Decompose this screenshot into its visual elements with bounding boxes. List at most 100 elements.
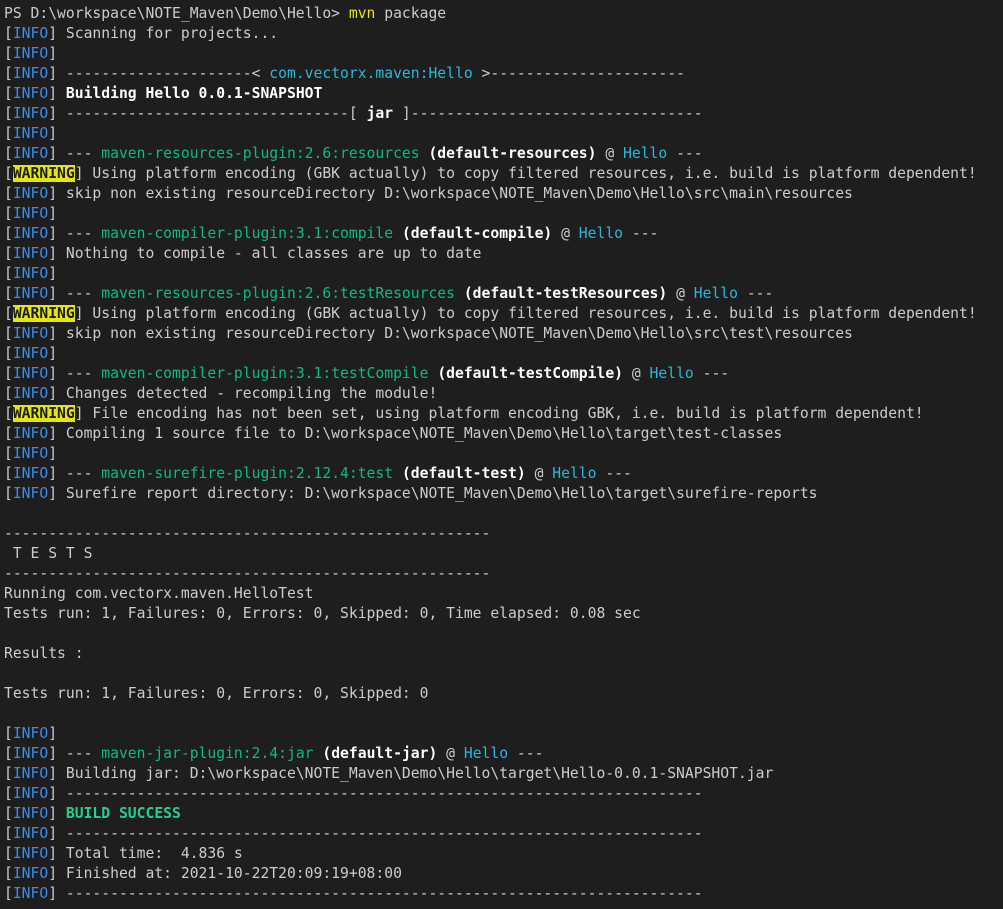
info-level-tag: INFO <box>12 785 49 802</box>
info-level-tag: INFO <box>12 725 49 742</box>
log-text: [ <box>4 225 13 242</box>
terminal-line: [INFO] skip non existing resourceDirecto… <box>4 184 1003 204</box>
info-level-tag: INFO <box>12 765 49 782</box>
info-level-tag: INFO <box>12 105 49 122</box>
log-text: ] <box>48 445 58 462</box>
log-text: >---------------------- <box>472 65 685 82</box>
log-text: ] <box>48 805 66 822</box>
log-text: [ <box>4 125 13 142</box>
terminal-output[interactable]: PS D:\workspace\NOTE_Maven\Demo\Hello> m… <box>0 0 1003 909</box>
info-level-tag: INFO <box>12 125 49 142</box>
log-text: ----------------------------------------… <box>4 565 491 582</box>
emphasis-text: (default-jar) <box>322 745 438 762</box>
terminal-line: [INFO] Scanning for projects... <box>4 24 1003 44</box>
terminal-line: [INFO] --- maven-jar-plugin:2.4:jar (def… <box>4 744 1003 764</box>
log-text: Running com.vectorx.maven.HelloTest <box>4 585 314 602</box>
terminal-line: [INFO] --- maven-resources-plugin:2.6:re… <box>4 144 1003 164</box>
terminal-line: [INFO] ---------------------------------… <box>4 784 1003 804</box>
terminal-line: [WARNING] Using platform encoding (GBK a… <box>4 304 1003 324</box>
log-text: ] --------------------------------------… <box>48 825 703 842</box>
plugin-goal: maven-resources-plugin:2.6:testResources <box>101 285 455 302</box>
log-text: ] --- <box>48 225 102 242</box>
terminal-line: ----------------------------------------… <box>4 524 1003 544</box>
log-text: ] Total time: 4.836 s <box>48 845 243 862</box>
log-text: package <box>375 5 447 22</box>
info-level-tag: INFO <box>12 365 49 382</box>
terminal-line: T E S T S <box>4 544 1003 564</box>
log-text: [ <box>4 265 13 282</box>
terminal-line: [INFO] --- maven-compiler-plugin:3.1:com… <box>4 224 1003 244</box>
info-level-tag: INFO <box>12 85 49 102</box>
log-text: [ <box>4 325 13 342</box>
log-text: [ <box>4 365 13 382</box>
info-level-tag: INFO <box>12 745 49 762</box>
log-text: ] --- <box>48 465 102 482</box>
info-level-tag: INFO <box>12 805 49 822</box>
info-level-tag: INFO <box>12 885 49 902</box>
log-text: ] Finished at: 2021-10-22T20:09:19+08:00 <box>48 865 402 882</box>
log-text: ] <box>48 345 58 362</box>
log-text: ] --------------------------------------… <box>48 885 703 902</box>
terminal-line: ----------------------------------------… <box>4 564 1003 584</box>
terminal-line: [WARNING] Using platform encoding (GBK a… <box>4 164 1003 184</box>
log-text: T E S T S <box>4 545 93 562</box>
info-level-tag: INFO <box>12 65 49 82</box>
plugin-goal: maven-resources-plugin:2.6:resources <box>101 145 420 162</box>
log-text: ] <box>48 265 58 282</box>
log-text: [ <box>4 485 13 502</box>
log-text: [ <box>4 805 13 822</box>
terminal-line: [INFO] ---------------------------------… <box>4 824 1003 844</box>
log-text: ] --------------------------------------… <box>48 785 703 802</box>
log-text: ] Building jar: D:\workspace\NOTE_Maven\… <box>48 765 774 782</box>
project-name: com.vectorx.maven:Hello <box>269 65 473 82</box>
terminal-line: [INFO] BUILD SUCCESS <box>4 804 1003 824</box>
terminal-line: [INFO] <box>4 264 1003 284</box>
terminal-line: [INFO] <box>4 724 1003 744</box>
log-text: [ <box>4 45 13 62</box>
info-level-tag: INFO <box>12 45 49 62</box>
log-text: --- <box>667 145 703 162</box>
info-level-tag: INFO <box>12 225 49 242</box>
terminal-line: [INFO] --------------------------------[… <box>4 104 1003 124</box>
info-level-tag: INFO <box>12 445 49 462</box>
terminal-line: [INFO] Finished at: 2021-10-22T20:09:19+… <box>4 864 1003 884</box>
info-level-tag: INFO <box>12 185 49 202</box>
terminal-line: [INFO] Compiling 1 source file to D:\wor… <box>4 424 1003 444</box>
terminal-line: [INFO] Surefire report directory: D:\wor… <box>4 484 1003 504</box>
info-level-tag: INFO <box>12 205 49 222</box>
log-text: [ <box>4 25 13 42</box>
plugin-goal: maven-jar-plugin:2.4:jar <box>101 745 314 762</box>
plugin-goal: maven-compiler-plugin:3.1:testCompile <box>101 365 429 382</box>
warning-level-tag: WARNING <box>12 305 75 322</box>
project-name: Hello <box>552 465 597 482</box>
log-text: ] Changes detected - recompiling the mod… <box>48 385 438 402</box>
log-text: [ <box>4 245 13 262</box>
log-text: Tests run: 1, Failures: 0, Errors: 0, Sk… <box>4 685 429 702</box>
log-text: [ <box>4 345 13 362</box>
log-text: [ <box>4 885 13 902</box>
info-level-tag: INFO <box>12 465 49 482</box>
terminal-line: [INFO] --- maven-compiler-plugin:3.1:tes… <box>4 364 1003 384</box>
terminal-line: [INFO] skip non existing resourceDirecto… <box>4 324 1003 344</box>
log-text: [ <box>4 285 13 302</box>
log-text: ] Scanning for projects... <box>48 25 279 42</box>
log-text: --- <box>596 465 632 482</box>
terminal-line: [INFO] Changes detected - recompiling th… <box>4 384 1003 404</box>
log-text: ] --- <box>48 365 102 382</box>
plugin-goal: maven-surefire-plugin:2.12.4:test <box>101 465 394 482</box>
log-text: ] skip non existing resourceDirectory D:… <box>48 185 853 202</box>
terminal-line: [INFO] <box>4 344 1003 364</box>
project-name: Hello <box>578 225 624 242</box>
info-level-tag: INFO <box>12 325 49 342</box>
log-text: ] Using platform encoding (GBK actually)… <box>74 165 977 182</box>
log-text: [ <box>4 425 13 442</box>
emphasis-text: jar <box>366 105 394 122</box>
terminal-line: [INFO] --- maven-resources-plugin:2.6:te… <box>4 284 1003 304</box>
log-text: [ <box>4 465 13 482</box>
log-text: ] Surefire report directory: D:\workspac… <box>48 485 818 502</box>
terminal-line: [INFO] <box>4 124 1003 144</box>
log-text: ] Nothing to compile - all classes are u… <box>48 245 482 262</box>
info-level-tag: INFO <box>12 265 49 282</box>
